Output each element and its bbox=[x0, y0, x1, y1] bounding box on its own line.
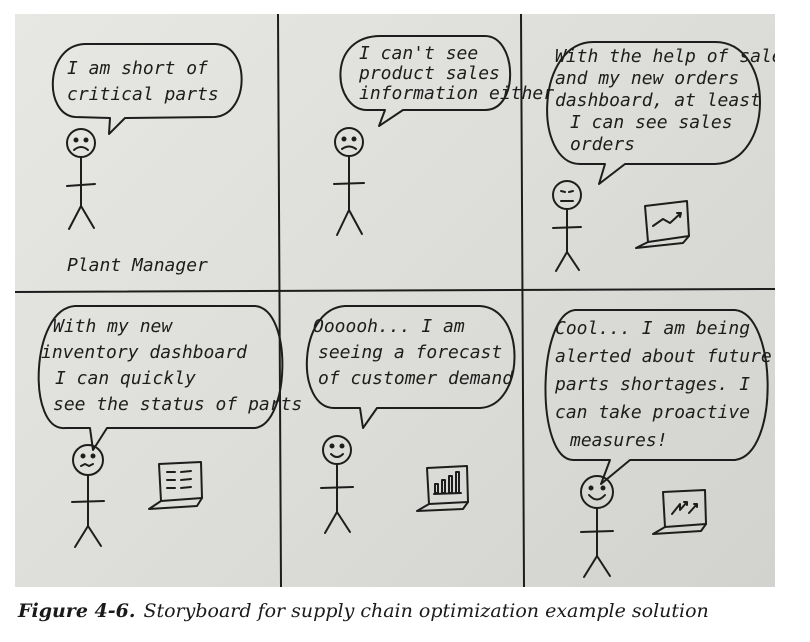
speech-4-line-2: inventory dashboard bbox=[41, 342, 248, 363]
figure-caption-text: Storyboard for supply chain optimization… bbox=[143, 600, 709, 622]
speech-1-line-2: critical parts bbox=[67, 84, 219, 105]
speech-5-line-1: Oooooh... I am bbox=[313, 316, 465, 337]
speech-3-line-3: dashboard, at least bbox=[555, 90, 761, 111]
panel-4: With my new inventory dashboard I can qu… bbox=[37, 305, 302, 548]
laptop-orders-dashboard-icon bbox=[635, 200, 690, 249]
speech-4-line-1: With my new bbox=[53, 316, 173, 337]
speech-3-line-2: and my new orders bbox=[555, 68, 739, 89]
stick-figure-inventory bbox=[71, 444, 105, 548]
speech-6-line-1: Cool... I am being bbox=[555, 318, 750, 339]
stick-figure-sales bbox=[333, 127, 365, 236]
laptop-forecast-dashboard-icon bbox=[416, 465, 469, 512]
speech-4-line-3: I can quickly bbox=[55, 368, 196, 389]
storyboard-drawing: I am short of critical parts Plant Manag… bbox=[15, 14, 775, 587]
speech-6-line-2: alerted about future bbox=[555, 346, 772, 367]
panel-3: With the help of sales and my new orders… bbox=[546, 40, 775, 272]
speech-4-line-4: see the status of parts bbox=[53, 394, 302, 415]
laptop-alerts-dashboard-icon bbox=[652, 489, 707, 535]
speech-6-line-4: can take proactive bbox=[555, 402, 750, 423]
speech-5-line-3: of customer demand bbox=[318, 368, 514, 389]
speech-3-line-5: orders bbox=[570, 134, 635, 155]
storyboard-sheet: I am short of critical parts Plant Manag… bbox=[15, 14, 775, 587]
speech-2-line-1: I can't see bbox=[359, 43, 478, 64]
stick-figure-alerts bbox=[580, 475, 614, 578]
panel-1: I am short of critical parts Plant Manag… bbox=[51, 43, 243, 276]
speech-3-line-1: With the help of sales bbox=[555, 46, 775, 67]
speech-2-line-3: information either bbox=[359, 83, 554, 104]
speech-5-line-2: seeing a forecast bbox=[318, 342, 502, 363]
speech-6-line-3: parts shortages. I bbox=[554, 374, 750, 395]
stick-figure-orders bbox=[552, 180, 582, 272]
figure-caption-label: Figure 4-6. bbox=[18, 600, 136, 622]
panel-6: Cool... I am being alerted about future … bbox=[544, 309, 772, 578]
speech-2-line-2: product sales bbox=[358, 63, 500, 84]
speech-6-line-5: measures! bbox=[569, 430, 668, 451]
laptop-inventory-dashboard-icon bbox=[148, 461, 203, 510]
figure-caption: Figure 4-6. Storyboard for supply chain o… bbox=[18, 600, 798, 630]
stick-figure-plant-manager bbox=[66, 128, 96, 230]
plant-manager-label: Plant Manager bbox=[67, 255, 208, 276]
stick-figure-forecast bbox=[320, 435, 354, 534]
speech-3-line-4: I can see sales bbox=[570, 112, 733, 133]
speech-1-line-1: I am short of bbox=[67, 58, 208, 79]
panel-5: Oooooh... I am seeing a forecast of cust… bbox=[306, 305, 516, 534]
